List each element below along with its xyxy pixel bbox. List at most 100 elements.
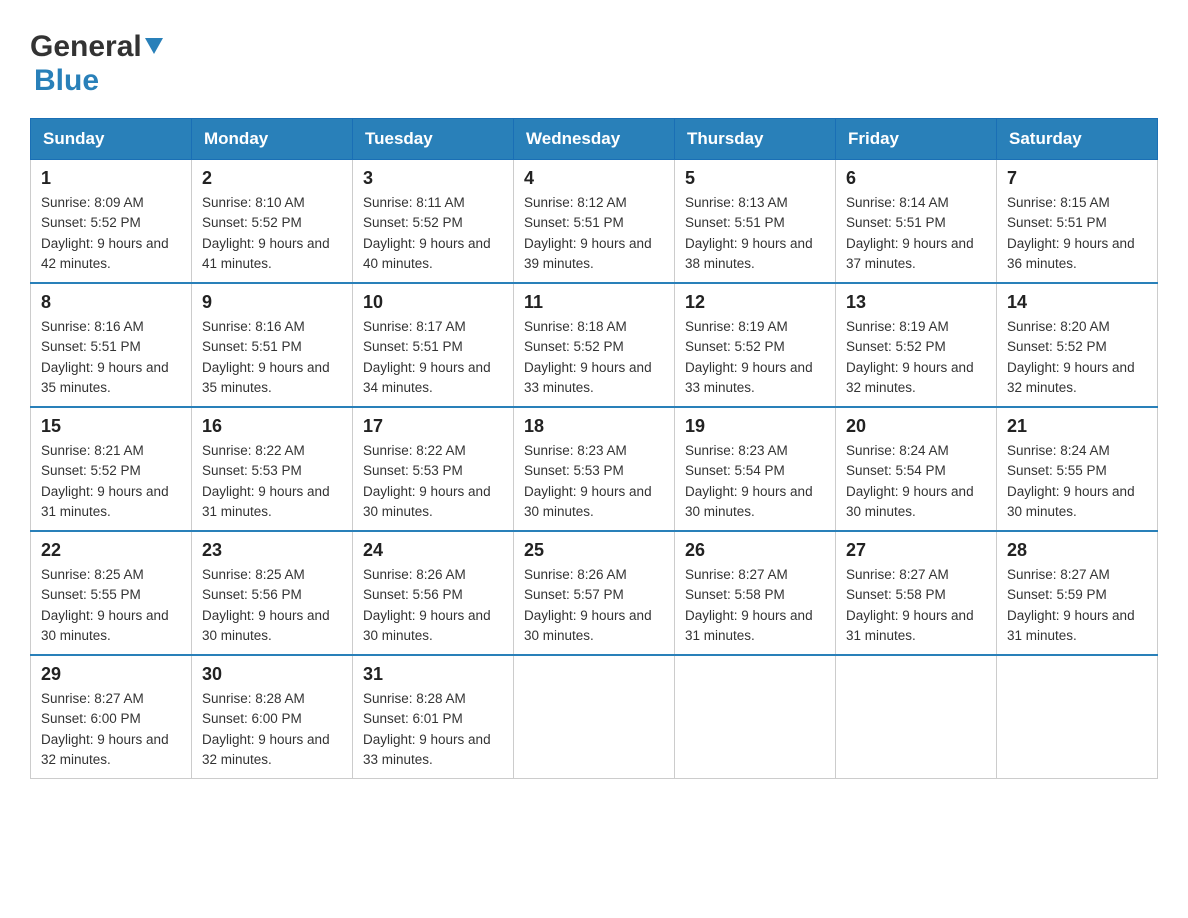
calendar-cell: 7 Sunrise: 8:15 AMSunset: 5:51 PMDaylight…	[997, 160, 1158, 284]
day-of-week-header: Tuesday	[353, 119, 514, 160]
day-number: 28	[1007, 540, 1147, 561]
day-number: 16	[202, 416, 342, 437]
day-info: Sunrise: 8:12 AMSunset: 5:51 PMDaylight:…	[524, 193, 664, 274]
day-number: 4	[524, 168, 664, 189]
calendar-cell	[836, 655, 997, 779]
calendar-week-row: 22 Sunrise: 8:25 AMSunset: 5:55 PMDayligh…	[31, 531, 1158, 655]
day-number: 30	[202, 664, 342, 685]
day-info: Sunrise: 8:24 AMSunset: 5:55 PMDaylight:…	[1007, 441, 1147, 522]
calendar-cell: 6Sunrise: 8:14 AMSunset: 5:51 PMDaylight…	[836, 160, 997, 284]
day-info: Sunrise: 8:26 AMSunset: 5:57 PMDaylight:…	[524, 565, 664, 646]
day-number: 8	[41, 292, 181, 313]
day-info: Sunrise: 8:11 AMSunset: 5:52 PMDaylight:…	[363, 193, 503, 274]
calendar-cell: 22 Sunrise: 8:25 AMSunset: 5:55 PMDayligh…	[31, 531, 192, 655]
day-info: Sunrise: 8:20 AMSunset: 5:52 PMDaylight:…	[1007, 317, 1147, 398]
logo: General Blue	[30, 30, 165, 98]
logo-triangle-icon	[143, 34, 165, 56]
day-number: 5	[685, 168, 825, 189]
day-info: Sunrise: 8:14 AMSunset: 5:51 PMDaylight:…	[846, 193, 986, 274]
calendar-cell: 30 Sunrise: 8:28 AMSunset: 6:00 PMDayligh…	[192, 655, 353, 779]
day-number: 29	[41, 664, 181, 685]
calendar-week-row: 29Sunrise: 8:27 AMSunset: 6:00 PMDayligh…	[31, 655, 1158, 779]
day-info: Sunrise: 8:18 AMSunset: 5:52 PMDaylight:…	[524, 317, 664, 398]
day-info: Sunrise: 8:16 AMSunset: 5:51 PMDaylight:…	[41, 317, 181, 398]
calendar-cell: 1Sunrise: 8:09 AMSunset: 5:52 PMDaylight…	[31, 160, 192, 284]
day-of-week-header: Saturday	[997, 119, 1158, 160]
day-info: Sunrise: 8:24 AMSunset: 5:54 PMDaylight:…	[846, 441, 986, 522]
calendar-cell: 15Sunrise: 8:21 AMSunset: 5:52 PMDayligh…	[31, 407, 192, 531]
day-info: Sunrise: 8:25 AMSunset: 5:56 PMDaylight:…	[202, 565, 342, 646]
calendar-cell: 5 Sunrise: 8:13 AMSunset: 5:51 PMDaylight…	[675, 160, 836, 284]
calendar-week-row: 1Sunrise: 8:09 AMSunset: 5:52 PMDaylight…	[31, 160, 1158, 284]
calendar-cell	[997, 655, 1158, 779]
day-info: Sunrise: 8:23 AMSunset: 5:53 PMDaylight:…	[524, 441, 664, 522]
calendar-cell: 25 Sunrise: 8:26 AMSunset: 5:57 PMDayligh…	[514, 531, 675, 655]
calendar-week-row: 8 Sunrise: 8:16 AMSunset: 5:51 PMDaylight…	[31, 283, 1158, 407]
calendar-cell: 27 Sunrise: 8:27 AMSunset: 5:58 PMDayligh…	[836, 531, 997, 655]
day-number: 10	[363, 292, 503, 313]
day-info: Sunrise: 8:16 AMSunset: 5:51 PMDaylight:…	[202, 317, 342, 398]
day-number: 22	[41, 540, 181, 561]
calendar-cell: 21 Sunrise: 8:24 AMSunset: 5:55 PMDayligh…	[997, 407, 1158, 531]
day-number: 14	[1007, 292, 1147, 313]
calendar-cell	[514, 655, 675, 779]
day-number: 31	[363, 664, 503, 685]
day-number: 7	[1007, 168, 1147, 189]
day-info: Sunrise: 8:22 AMSunset: 5:53 PMDaylight:…	[363, 441, 503, 522]
day-of-week-header: Monday	[192, 119, 353, 160]
calendar-cell	[675, 655, 836, 779]
calendar-body: 1Sunrise: 8:09 AMSunset: 5:52 PMDaylight…	[31, 160, 1158, 779]
day-info: Sunrise: 8:15 AMSunset: 5:51 PMDaylight:…	[1007, 193, 1147, 274]
calendar-cell: 19Sunrise: 8:23 AMSunset: 5:54 PMDayligh…	[675, 407, 836, 531]
calendar-cell: 18Sunrise: 8:23 AMSunset: 5:53 PMDayligh…	[514, 407, 675, 531]
day-number: 2	[202, 168, 342, 189]
day-number: 1	[41, 168, 181, 189]
day-info: Sunrise: 8:25 AMSunset: 5:55 PMDaylight:…	[41, 565, 181, 646]
day-number: 20	[846, 416, 986, 437]
day-number: 27	[846, 540, 986, 561]
day-number: 26	[685, 540, 825, 561]
day-info: Sunrise: 8:17 AMSunset: 5:51 PMDaylight:…	[363, 317, 503, 398]
day-info: Sunrise: 8:27 AMSunset: 5:58 PMDaylight:…	[685, 565, 825, 646]
calendar-cell: 11 Sunrise: 8:18 AMSunset: 5:52 PMDayligh…	[514, 283, 675, 407]
page-header: General Blue	[30, 30, 1158, 98]
day-of-week-header: Friday	[836, 119, 997, 160]
day-number: 25	[524, 540, 664, 561]
day-info: Sunrise: 8:10 AMSunset: 5:52 PMDaylight:…	[202, 193, 342, 274]
calendar-cell: 24 Sunrise: 8:26 AMSunset: 5:56 PMDayligh…	[353, 531, 514, 655]
calendar-cell: 3Sunrise: 8:11 AMSunset: 5:52 PMDaylight…	[353, 160, 514, 284]
day-number: 13	[846, 292, 986, 313]
calendar-cell: 31 Sunrise: 8:28 AMSunset: 6:01 PMDayligh…	[353, 655, 514, 779]
day-number: 17	[363, 416, 503, 437]
day-info: Sunrise: 8:19 AMSunset: 5:52 PMDaylight:…	[846, 317, 986, 398]
calendar-cell: 13 Sunrise: 8:19 AMSunset: 5:52 PMDayligh…	[836, 283, 997, 407]
calendar-cell: 12Sunrise: 8:19 AMSunset: 5:52 PMDayligh…	[675, 283, 836, 407]
day-info: Sunrise: 8:28 AMSunset: 6:01 PMDaylight:…	[363, 689, 503, 770]
calendar-cell: 4 Sunrise: 8:12 AMSunset: 5:51 PMDaylight…	[514, 160, 675, 284]
day-info: Sunrise: 8:13 AMSunset: 5:51 PMDaylight:…	[685, 193, 825, 274]
calendar-cell: 26 Sunrise: 8:27 AMSunset: 5:58 PMDayligh…	[675, 531, 836, 655]
logo-general-text: General	[30, 30, 142, 64]
day-info: Sunrise: 8:21 AMSunset: 5:52 PMDaylight:…	[41, 441, 181, 522]
day-info: Sunrise: 8:27 AMSunset: 5:58 PMDaylight:…	[846, 565, 986, 646]
calendar-cell: 17 Sunrise: 8:22 AMSunset: 5:53 PMDayligh…	[353, 407, 514, 531]
calendar-cell: 9Sunrise: 8:16 AMSunset: 5:51 PMDaylight…	[192, 283, 353, 407]
day-info: Sunrise: 8:22 AMSunset: 5:53 PMDaylight:…	[202, 441, 342, 522]
day-info: Sunrise: 8:27 AMSunset: 5:59 PMDaylight:…	[1007, 565, 1147, 646]
day-number: 11	[524, 292, 664, 313]
day-number: 23	[202, 540, 342, 561]
calendar-week-row: 15Sunrise: 8:21 AMSunset: 5:52 PMDayligh…	[31, 407, 1158, 531]
calendar-cell: 29Sunrise: 8:27 AMSunset: 6:00 PMDayligh…	[31, 655, 192, 779]
days-of-week-row: SundayMondayTuesdayWednesdayThursdayFrid…	[31, 119, 1158, 160]
day-of-week-header: Sunday	[31, 119, 192, 160]
day-number: 24	[363, 540, 503, 561]
calendar-cell: 14 Sunrise: 8:20 AMSunset: 5:52 PMDayligh…	[997, 283, 1158, 407]
day-info: Sunrise: 8:28 AMSunset: 6:00 PMDaylight:…	[202, 689, 342, 770]
day-info: Sunrise: 8:26 AMSunset: 5:56 PMDaylight:…	[363, 565, 503, 646]
day-of-week-header: Wednesday	[514, 119, 675, 160]
day-number: 21	[1007, 416, 1147, 437]
calendar-cell: 23 Sunrise: 8:25 AMSunset: 5:56 PMDayligh…	[192, 531, 353, 655]
day-number: 12	[685, 292, 825, 313]
calendar-cell: 8 Sunrise: 8:16 AMSunset: 5:51 PMDaylight…	[31, 283, 192, 407]
calendar-cell: 2 Sunrise: 8:10 AMSunset: 5:52 PMDaylight…	[192, 160, 353, 284]
